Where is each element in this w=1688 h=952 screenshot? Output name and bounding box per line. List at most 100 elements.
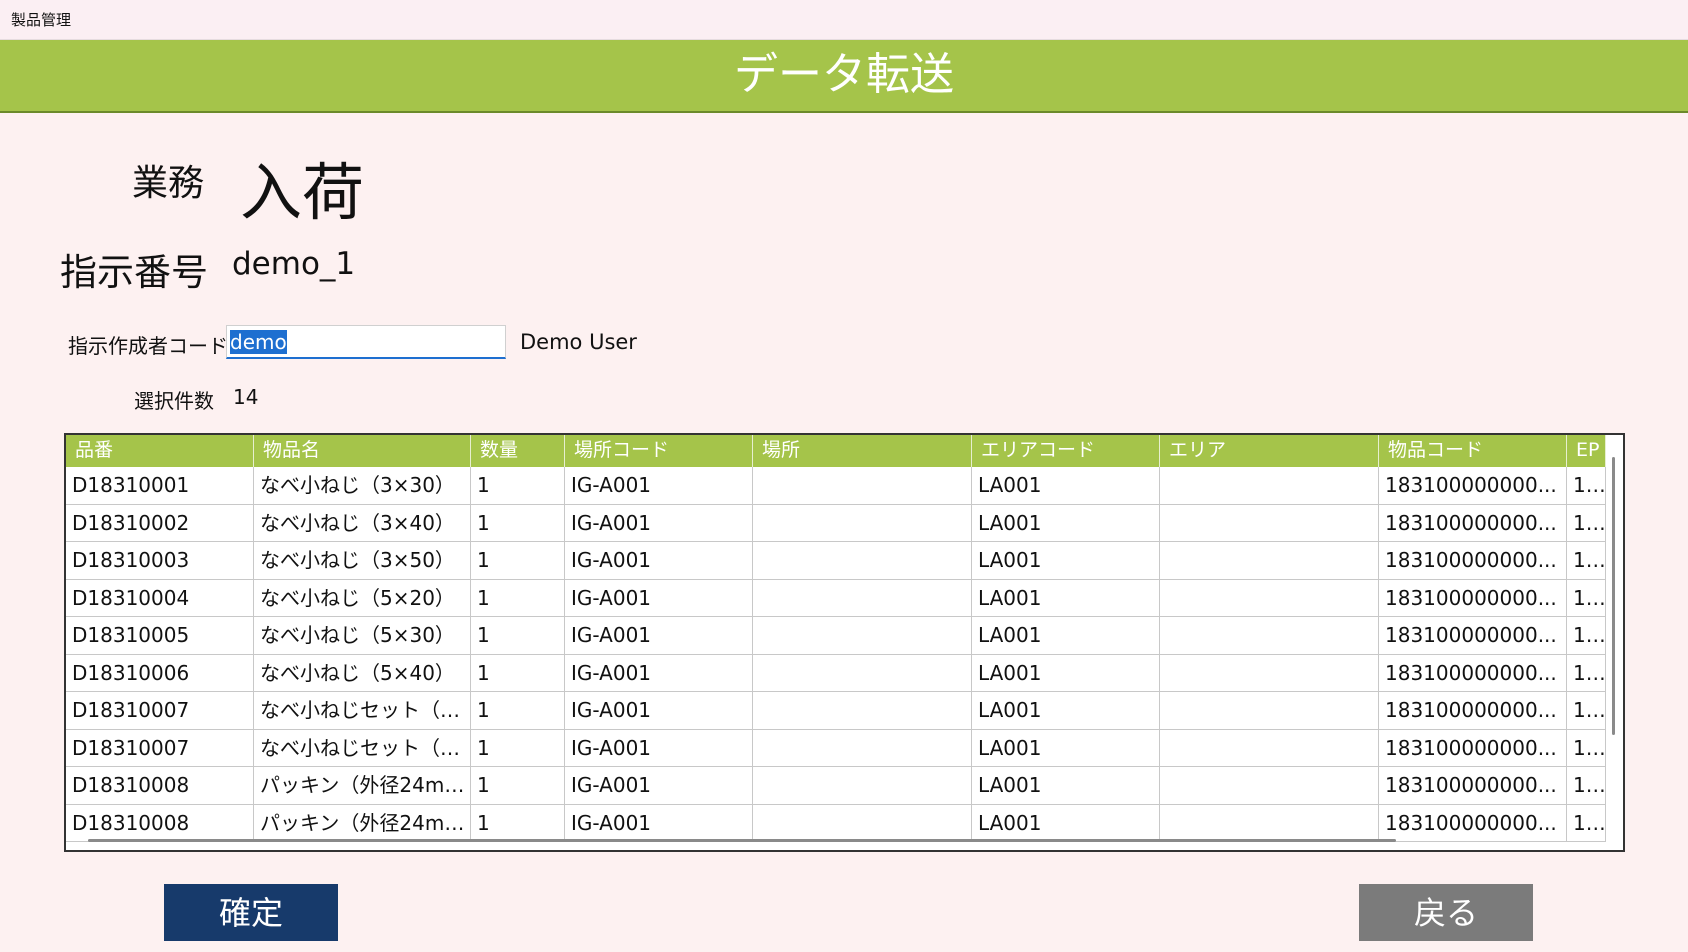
page-title: データ転送 bbox=[0, 40, 1688, 113]
table-cell: D18310006 bbox=[66, 654, 254, 691]
creator-code-label: 指示作成者コード bbox=[68, 334, 228, 358]
table-cell: LA001 bbox=[972, 729, 1160, 766]
column-header[interactable]: 物品名 bbox=[254, 435, 471, 467]
table-cell: D18310008 bbox=[66, 767, 254, 804]
table-row[interactable]: D18310006 なべ小ねじ（5×40） 1 IG-A001 LA001 1831000… bbox=[66, 654, 1606, 692]
column-header[interactable]: 物品コード bbox=[1379, 435, 1567, 467]
table-cell: IG-A001 bbox=[565, 579, 753, 616]
table-cell bbox=[753, 617, 972, 654]
table-cell: 1 bbox=[471, 804, 565, 841]
table-cell: 183100000000... bbox=[1379, 467, 1567, 504]
table-cell bbox=[1160, 654, 1379, 691]
table-cell: 18: bbox=[1567, 504, 1606, 541]
table-cell: 1 bbox=[471, 467, 565, 504]
confirm-button[interactable]: 確定 bbox=[164, 884, 338, 941]
table-cell: なべ小ねじ（5×20） bbox=[254, 579, 471, 616]
table-cell: 18: bbox=[1567, 692, 1606, 729]
vertical-scrollbar[interactable] bbox=[1612, 457, 1615, 735]
table-row[interactable]: D18310007 なべ小ねじセット（5×... 1 IG-A001 LA001 1831… bbox=[66, 692, 1606, 730]
back-button[interactable]: 戻る bbox=[1359, 884, 1533, 941]
creator-code-value: demo bbox=[230, 330, 287, 354]
table-cell: LA001 bbox=[972, 767, 1160, 804]
horizontal-scrollbar[interactable] bbox=[88, 839, 1396, 842]
table-cell: IG-A001 bbox=[565, 654, 753, 691]
table-cell: LA001 bbox=[972, 504, 1160, 541]
data-grid[interactable]: 品番 物品名 数量 場所コード 場所 エリアコード エリア 物品コード EP D18310001… bbox=[64, 433, 1625, 852]
table-cell: なべ小ねじ（3×40） bbox=[254, 504, 471, 541]
column-header[interactable]: 場所 bbox=[753, 435, 972, 467]
table-cell: LA001 bbox=[972, 692, 1160, 729]
table-cell bbox=[1160, 617, 1379, 654]
grid-header: 品番 物品名 数量 場所コード 場所 エリアコード エリア 物品コード EP bbox=[66, 435, 1606, 467]
table-cell: 18: bbox=[1567, 467, 1606, 504]
table-row[interactable]: D18310008 パッキン（外径24mm） 1 IG-A001 LA001 183100… bbox=[66, 804, 1606, 842]
table-cell: LA001 bbox=[972, 542, 1160, 579]
table-cell: 18: bbox=[1567, 654, 1606, 691]
table-row[interactable]: D18310008 パッキン（外径24mm） 1 IG-A001 LA001 183100… bbox=[66, 767, 1606, 805]
table-cell bbox=[753, 767, 972, 804]
column-header[interactable]: 数量 bbox=[471, 435, 565, 467]
table-cell: 1 bbox=[471, 579, 565, 616]
table-cell: 18: bbox=[1567, 617, 1606, 654]
table-cell: 183100000000... bbox=[1379, 504, 1567, 541]
table-cell: IG-A001 bbox=[565, 617, 753, 654]
table-cell: LA001 bbox=[972, 654, 1160, 691]
column-header[interactable]: エリアコード bbox=[972, 435, 1160, 467]
table-cell bbox=[1160, 579, 1379, 616]
table-cell: D18310004 bbox=[66, 579, 254, 616]
column-header[interactable]: 品番 bbox=[66, 435, 254, 467]
table-row[interactable]: D18310001 なべ小ねじ（3×30） 1 IG-A001 LA001 1831000… bbox=[66, 467, 1606, 505]
table-cell: 183100000000... bbox=[1379, 542, 1567, 579]
grid-body: D18310001 なべ小ねじ（3×30） 1 IG-A001 LA001 1831000… bbox=[66, 467, 1606, 842]
table-cell: D18310002 bbox=[66, 504, 254, 541]
table-cell: LA001 bbox=[972, 579, 1160, 616]
table-row[interactable]: D18310002 なべ小ねじ（3×40） 1 IG-A001 LA001 1831000… bbox=[66, 504, 1606, 542]
selected-count-value: 14 bbox=[233, 385, 259, 409]
table-cell: IG-A001 bbox=[565, 542, 753, 579]
column-header[interactable]: 場所コード bbox=[565, 435, 753, 467]
table-cell bbox=[753, 804, 972, 841]
table-cell: LA001 bbox=[972, 804, 1160, 841]
table-cell: LA001 bbox=[972, 617, 1160, 654]
table-cell: なべ小ねじ（3×30） bbox=[254, 467, 471, 504]
shiji-number-value: demo_1 bbox=[232, 246, 356, 282]
table-cell: 183100000000... bbox=[1379, 804, 1567, 841]
table-cell: 1 bbox=[471, 617, 565, 654]
table-cell bbox=[1160, 692, 1379, 729]
table-cell: D18310007 bbox=[66, 729, 254, 766]
table-row[interactable]: D18310003 なべ小ねじ（3×50） 1 IG-A001 LA001 1831000… bbox=[66, 542, 1606, 580]
table-cell: IG-A001 bbox=[565, 767, 753, 804]
table-cell bbox=[753, 467, 972, 504]
table-cell: 1 bbox=[471, 767, 565, 804]
table-cell: IG-A001 bbox=[565, 692, 753, 729]
gyomu-value: 入荷 bbox=[240, 156, 365, 229]
table-cell: なべ小ねじ（5×30） bbox=[254, 617, 471, 654]
table-cell: 18: bbox=[1567, 729, 1606, 766]
table-cell: なべ小ねじセット（5×... bbox=[254, 729, 471, 766]
table-cell: なべ小ねじ（3×50） bbox=[254, 542, 471, 579]
table-cell: 183100000000... bbox=[1379, 767, 1567, 804]
creator-name: Demo User bbox=[520, 330, 637, 354]
table-cell: LA001 bbox=[972, 467, 1160, 504]
table-cell bbox=[1160, 467, 1379, 504]
column-header[interactable]: EP bbox=[1567, 435, 1606, 467]
table-cell: IG-A001 bbox=[565, 504, 753, 541]
window-title: 製品管理 bbox=[0, 0, 1688, 40]
table-row[interactable]: D18310007 なべ小ねじセット（5×... 1 IG-A001 LA001 1831… bbox=[66, 729, 1606, 767]
creator-code-input[interactable]: demo bbox=[226, 325, 506, 359]
table-row[interactable]: D18310005 なべ小ねじ（5×30） 1 IG-A001 LA001 1831000… bbox=[66, 617, 1606, 655]
table-cell bbox=[753, 654, 972, 691]
table-cell: 1 bbox=[471, 504, 565, 541]
table-cell: IG-A001 bbox=[565, 467, 753, 504]
table-cell: 18: bbox=[1567, 542, 1606, 579]
table-cell: D18310003 bbox=[66, 542, 254, 579]
table-cell: IG-A001 bbox=[565, 729, 753, 766]
table-cell bbox=[1160, 729, 1379, 766]
table-cell: 1 bbox=[471, 692, 565, 729]
table-cell: なべ小ねじ（5×40） bbox=[254, 654, 471, 691]
column-header[interactable]: エリア bbox=[1160, 435, 1379, 467]
table-row[interactable]: D18310004 なべ小ねじ（5×20） 1 IG-A001 LA001 1831000… bbox=[66, 579, 1606, 617]
table-cell: 1 bbox=[471, 542, 565, 579]
gyomu-label: 業務 bbox=[132, 163, 205, 204]
table-cell: 18: bbox=[1567, 767, 1606, 804]
